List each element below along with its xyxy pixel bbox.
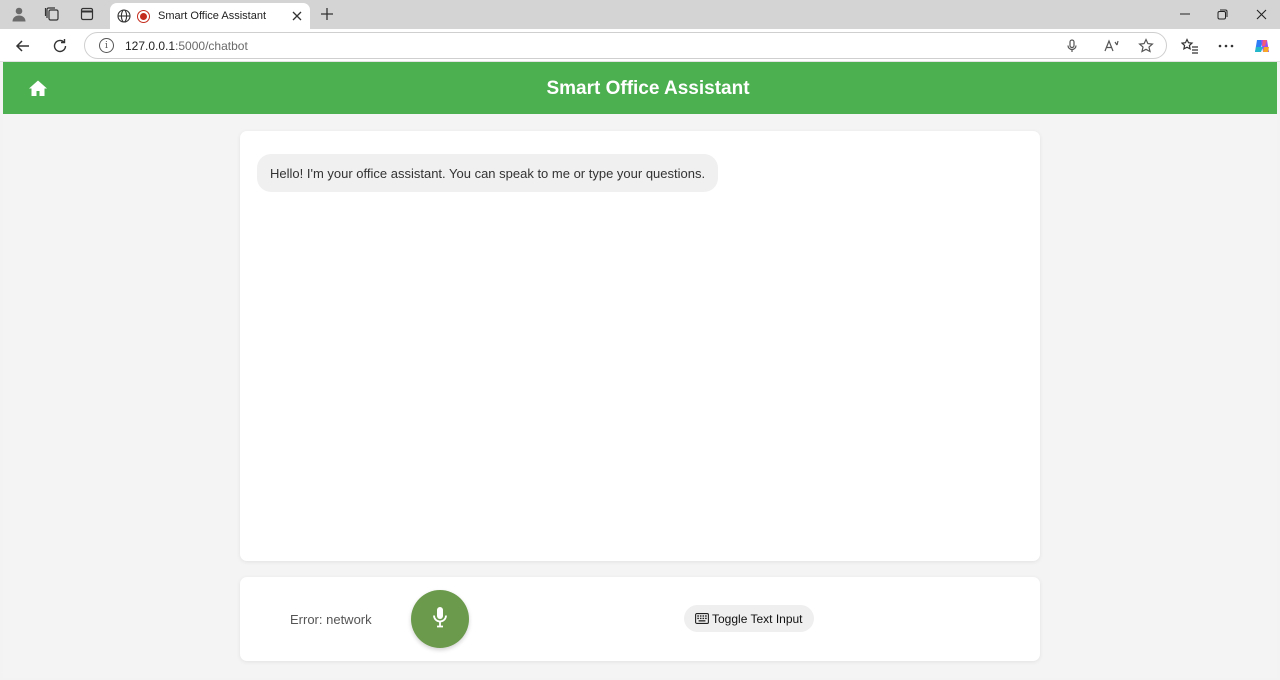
browser-toolbar: i 127.0.0.1:5000/chatbot bbox=[0, 29, 1280, 62]
minimize-icon[interactable] bbox=[1173, 4, 1197, 24]
chat-window: Hello! I'm your office assistant. You ca… bbox=[240, 131, 1040, 561]
assistant-message: Hello! I'm your office assistant. You ca… bbox=[257, 154, 719, 192]
window-close-icon[interactable] bbox=[1249, 4, 1273, 24]
recording-icon bbox=[137, 9, 150, 23]
microphone-button[interactable] bbox=[411, 590, 469, 648]
profile-icon[interactable] bbox=[8, 4, 30, 24]
copilot-icon[interactable] bbox=[1251, 35, 1273, 57]
new-tab-icon[interactable] bbox=[317, 4, 337, 24]
back-icon[interactable] bbox=[12, 35, 34, 57]
active-tab[interactable]: Smart Office Assistant bbox=[110, 3, 310, 29]
app-header: Smart Office Assistant bbox=[3, 62, 1277, 114]
toggle-text-input-button[interactable]: Toggle Text Input bbox=[684, 605, 814, 632]
info-icon[interactable]: i bbox=[99, 38, 114, 53]
microphone-icon bbox=[432, 606, 448, 633]
address-bar[interactable]: i 127.0.0.1:5000/chatbot bbox=[84, 32, 1167, 59]
voice-search-icon[interactable] bbox=[1063, 37, 1081, 55]
controls-panel: Error: network Toggle Text Input bbox=[240, 577, 1040, 661]
close-icon[interactable] bbox=[288, 7, 306, 25]
tab-title: Smart Office Assistant bbox=[158, 10, 267, 22]
restore-icon[interactable] bbox=[1210, 4, 1234, 24]
browser-tab-bar: Smart Office Assistant bbox=[0, 0, 1280, 29]
workspaces-icon[interactable] bbox=[41, 4, 63, 24]
status-text: Error: network bbox=[290, 612, 372, 627]
more-icon[interactable] bbox=[1215, 35, 1237, 57]
url-host: 127.0.0.1 bbox=[125, 39, 176, 53]
tab-actions-icon[interactable] bbox=[76, 4, 98, 24]
app-page: Smart Office Assistant Hello! I'm your o… bbox=[3, 62, 1277, 678]
keyboard-icon bbox=[695, 613, 709, 624]
url-path: :5000/chatbot bbox=[175, 39, 248, 53]
refresh-icon[interactable] bbox=[49, 35, 71, 57]
globe-icon bbox=[116, 8, 132, 24]
toggle-text-input-label: Toggle Text Input bbox=[712, 611, 803, 626]
url-text: 127.0.0.1:5000/chatbot bbox=[125, 39, 248, 53]
favorite-star-icon[interactable] bbox=[1137, 37, 1155, 55]
favorites-icon[interactable] bbox=[1179, 35, 1201, 57]
page-title: Smart Office Assistant bbox=[546, 78, 750, 99]
read-aloud-icon[interactable] bbox=[1103, 37, 1121, 55]
